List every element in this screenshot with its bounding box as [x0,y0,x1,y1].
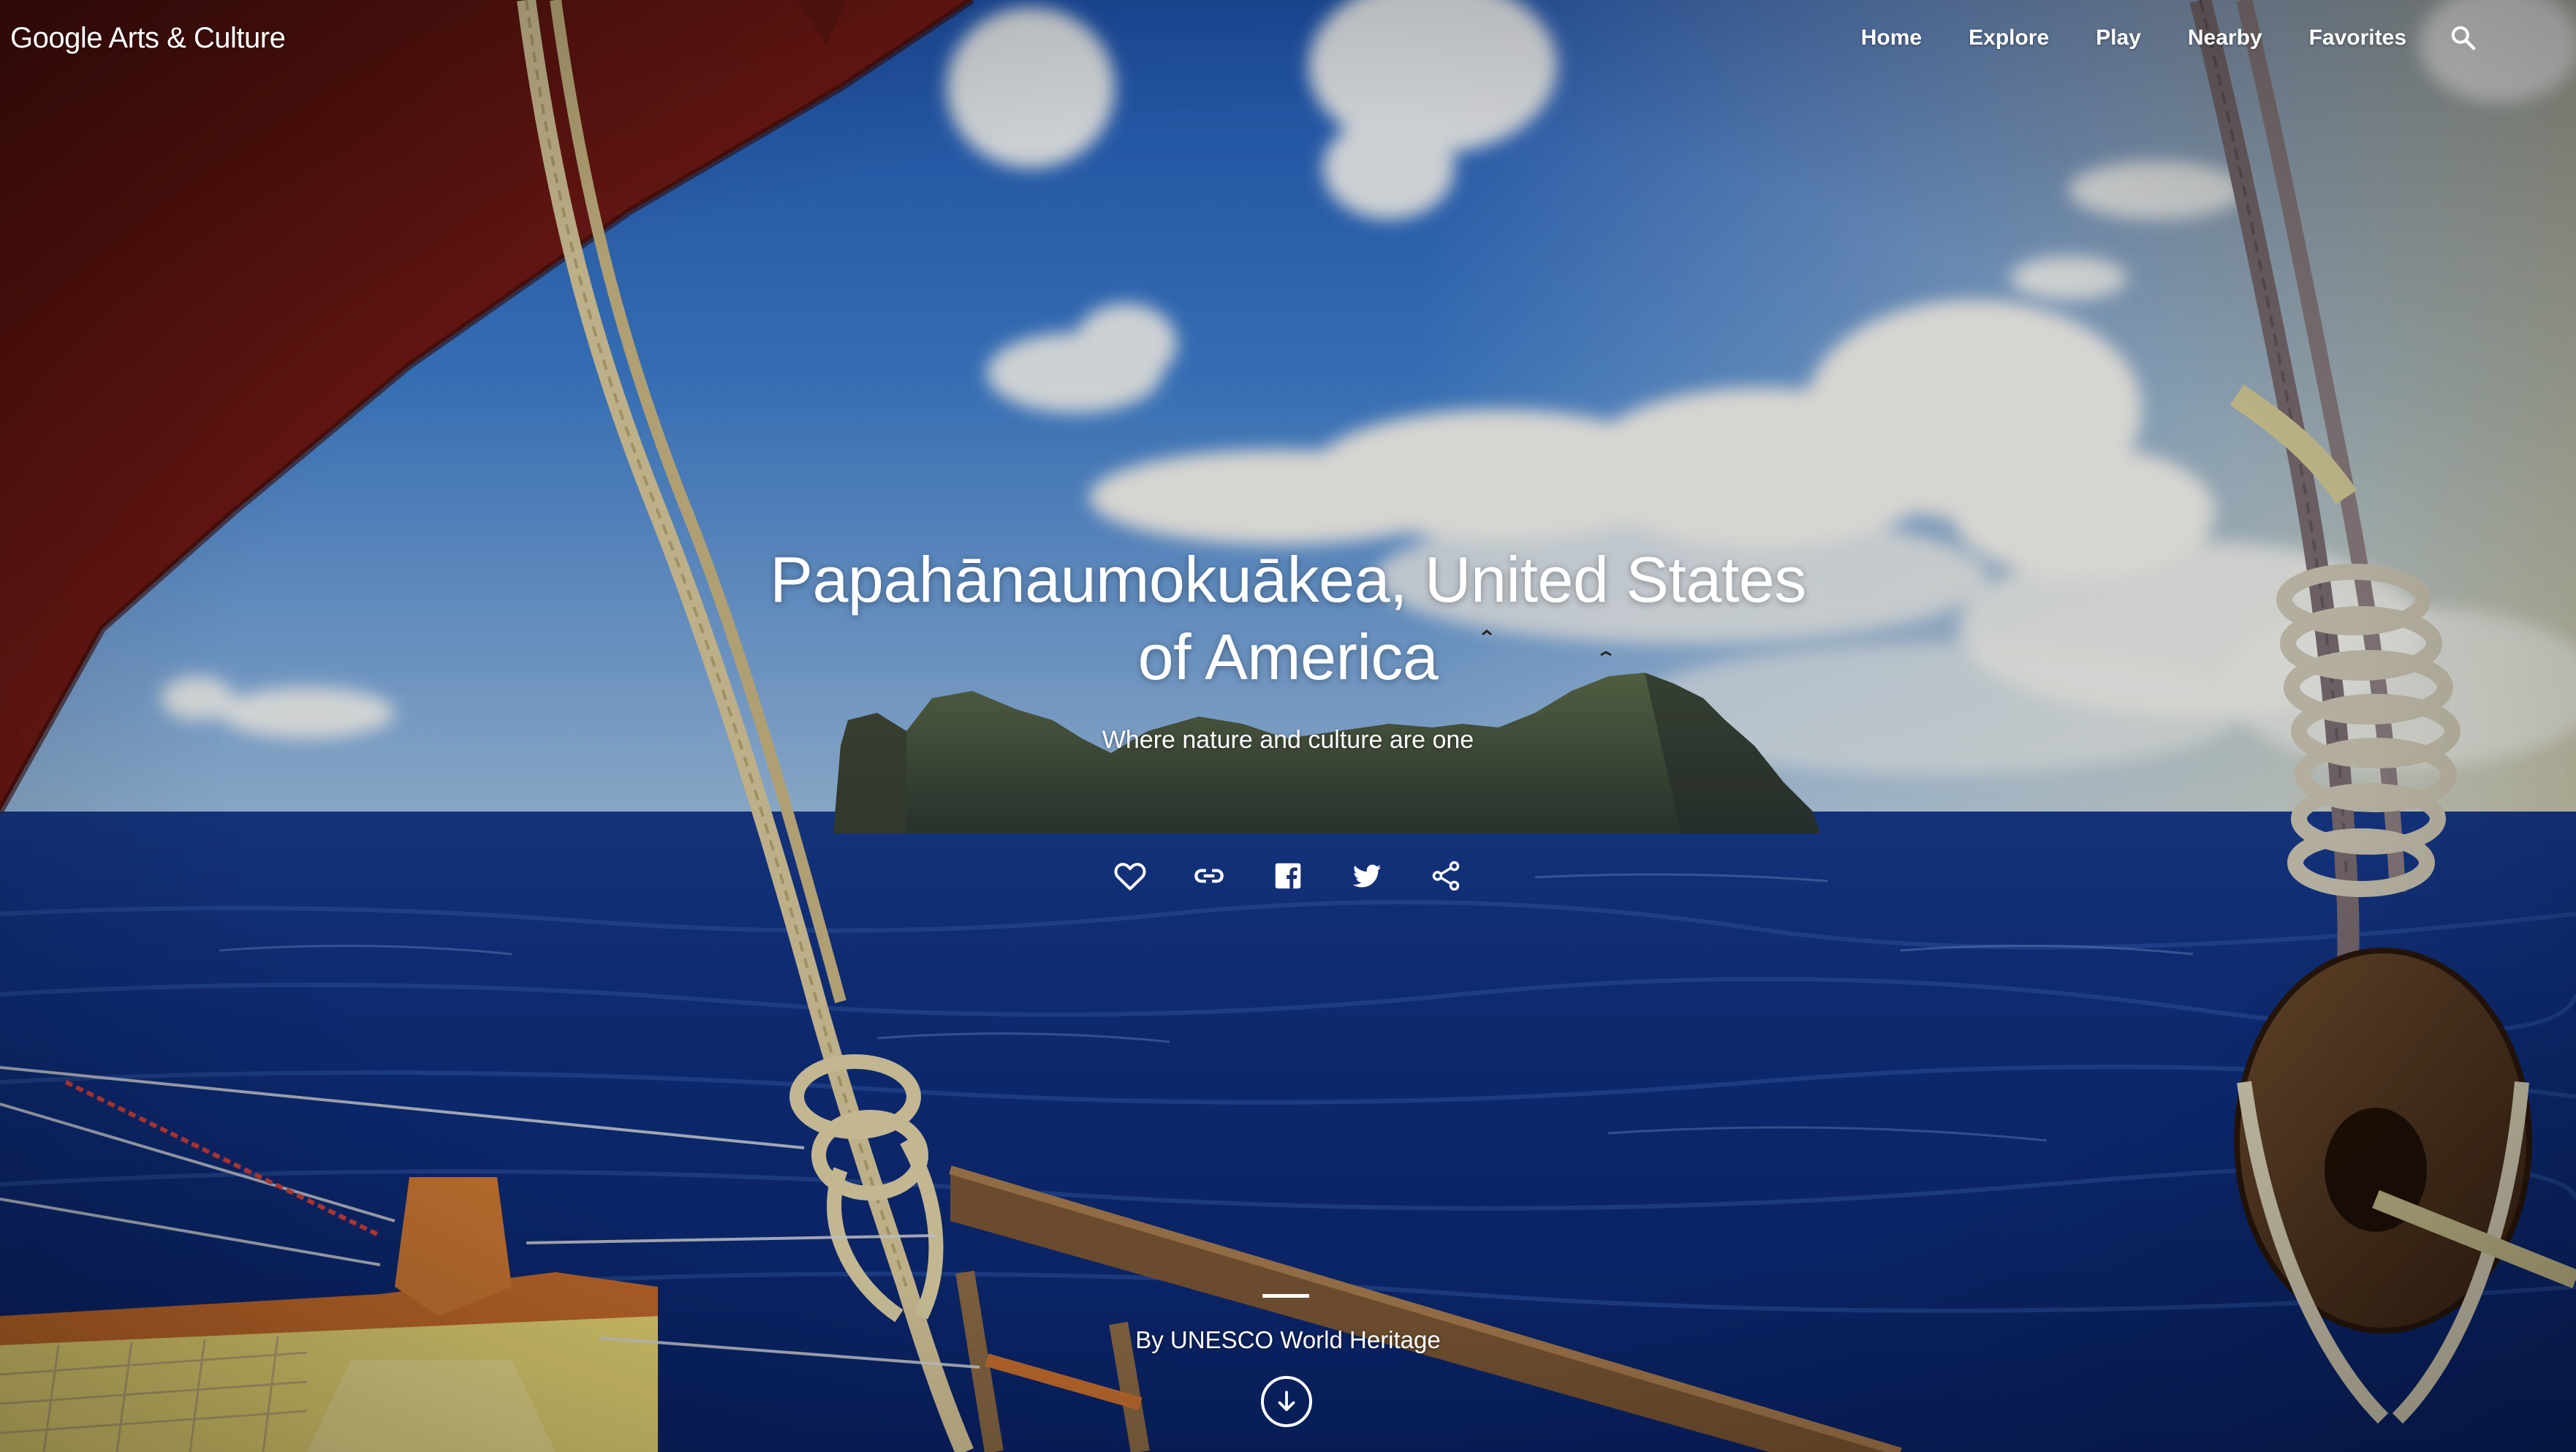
nav-explore[interactable]: Explore [1969,26,2049,50]
top-bar: Google Arts & Culture Home Explore Play … [0,0,2576,76]
brand-product: Arts & Culture [108,22,286,54]
main-nav: Home Explore Play Nearby Favorites [1861,19,2406,57]
scroll-down-button[interactable] [1261,1376,1312,1427]
twitter-share-button[interactable] [1344,852,1390,899]
page-title: Papahānaumokuākea, United States of Amer… [703,541,1873,696]
nav-favorites[interactable]: Favorites [2309,26,2406,50]
facebook-icon [1275,863,1301,889]
share-button[interactable] [1423,852,1469,899]
favorite-icon [1114,863,1146,891]
search-button[interactable] [2444,19,2482,57]
link-icon [1194,869,1224,883]
page-title-line-2: of America [1137,621,1439,693]
page-title-line-1: Papahānaumokuākea, United States [770,543,1806,616]
favorite-button[interactable] [1107,852,1153,899]
share-icon [1432,861,1460,891]
action-bar [1107,852,1469,899]
hero: Google Arts & Culture Home Explore Play … [0,0,2576,1452]
brand-logo[interactable]: Google Arts & Culture [10,19,286,57]
nav-play[interactable]: Play [2096,26,2141,50]
facebook-share-button[interactable] [1265,852,1311,899]
nav-home[interactable]: Home [1861,26,1922,50]
arrow-down-icon [1278,1391,1295,1411]
page-subtitle: Where nature and culture are one [1102,726,1474,754]
brand-google: Google [10,22,102,54]
copy-link-button[interactable] [1186,852,1232,899]
twitter-icon [1352,864,1382,888]
attribution-divider [1262,1294,1309,1298]
search-icon [2451,26,2476,50]
attribution-link[interactable]: By UNESCO World Heritage [923,1325,1653,1355]
nav-nearby[interactable]: Nearby [2188,26,2262,50]
hero-title-block: Papahānaumokuākea, United States of Amer… [703,541,1873,756]
